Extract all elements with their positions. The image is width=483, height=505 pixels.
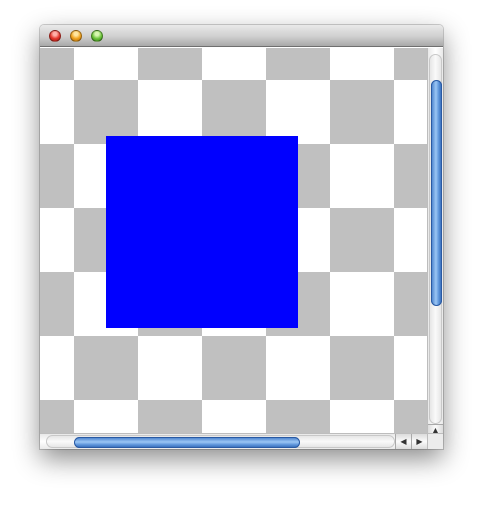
checkerboard-canvas: [40, 48, 427, 433]
checker-cell: [394, 272, 427, 336]
zoom-icon[interactable]: [91, 30, 103, 42]
checker-cell: [138, 336, 202, 400]
checker-cell: [74, 400, 138, 433]
checker-cell: [394, 400, 427, 433]
checker-cell: [138, 80, 202, 144]
checker-cell: [394, 336, 427, 400]
checker-cell: [330, 144, 394, 208]
vertical-scroll-thumb[interactable]: [431, 80, 442, 306]
checker-cell: [202, 80, 266, 144]
checker-cell: [330, 272, 394, 336]
horizontal-scroll-track[interactable]: [46, 435, 395, 448]
checker-cell: [40, 48, 74, 80]
checker-cell: [330, 208, 394, 272]
title-bar[interactable]: [40, 25, 443, 47]
blue-square: [106, 136, 298, 328]
checker-cell: [74, 336, 138, 400]
vertical-scroll-track[interactable]: [429, 54, 442, 424]
checker-cell: [138, 400, 202, 433]
checker-cell: [40, 208, 74, 272]
checker-cell: [394, 48, 427, 80]
checker-cell: [266, 80, 330, 144]
checker-cell: [394, 144, 427, 208]
checker-cell: [330, 48, 394, 80]
checker-cell: [266, 336, 330, 400]
checker-cell: [138, 48, 202, 80]
close-icon[interactable]: [49, 30, 61, 42]
checker-cell: [202, 400, 266, 433]
minimize-icon[interactable]: [70, 30, 82, 42]
window: ▲ ▼ ◀ ▶: [40, 25, 443, 449]
checker-cell: [330, 336, 394, 400]
arrow-left-icon[interactable]: ◀: [395, 434, 411, 449]
checker-cell: [202, 336, 266, 400]
checker-cell: [394, 208, 427, 272]
horizontal-scroll-thumb[interactable]: [74, 437, 300, 448]
checker-cell: [266, 400, 330, 433]
checker-cell: [40, 400, 74, 433]
horizontal-scrollbar[interactable]: ◀ ▶: [40, 433, 427, 449]
checker-cell: [266, 48, 330, 80]
canvas-view[interactable]: [40, 48, 427, 433]
checker-cell: [202, 48, 266, 80]
scroll-corner: [427, 433, 443, 449]
checker-cell: [394, 80, 427, 144]
checker-cell: [74, 80, 138, 144]
checker-cell: [40, 272, 74, 336]
checker-cell: [74, 48, 138, 80]
vertical-scrollbar[interactable]: ▲ ▼: [427, 48, 443, 449]
checker-cell: [330, 400, 394, 433]
checker-cell: [330, 80, 394, 144]
checker-cell: [40, 144, 74, 208]
arrow-right-icon[interactable]: ▶: [411, 434, 427, 449]
checker-cell: [40, 336, 74, 400]
checker-cell: [40, 80, 74, 144]
